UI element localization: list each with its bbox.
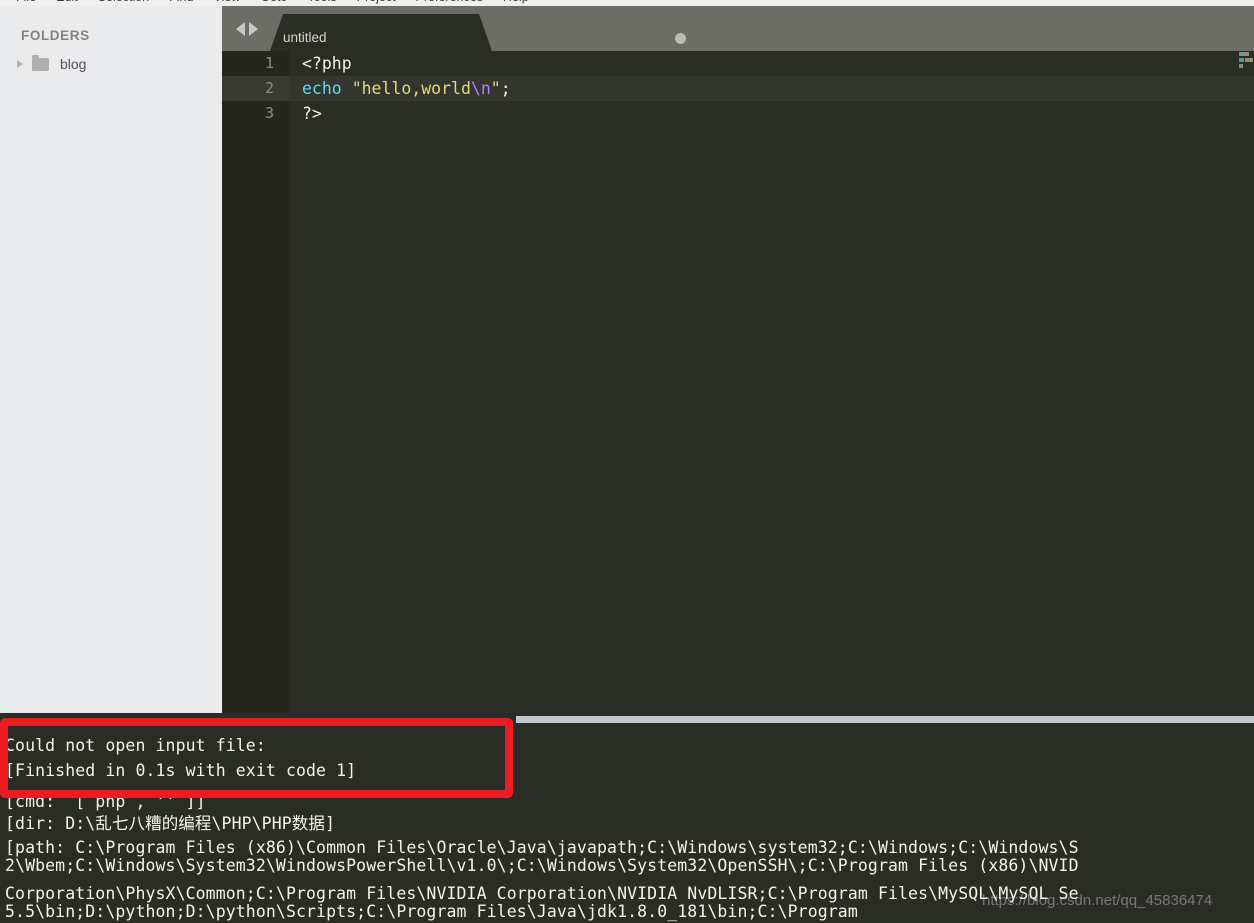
code-line[interactable]: 3 ?> xyxy=(222,101,1254,126)
console-line: 2\Wbem;C:\Windows\System32\WindowsPowerS… xyxy=(5,856,1079,875)
menu-item-file[interactable]: File xyxy=(6,0,46,6)
tab-nav-arrows xyxy=(236,22,258,36)
arrow-left-icon[interactable] xyxy=(236,22,245,36)
watermark: https://blog.csdn.net/qq_45836474 xyxy=(982,892,1213,909)
sublime-text-window: File Edit Selection Find View Goto Tools… xyxy=(0,0,1254,923)
minimap-block xyxy=(1239,64,1243,68)
console-line: [dir: D:\乱七八糟的编程\PHP\PHP数据] xyxy=(5,814,336,833)
console-line: 5.5\bin;D:\python;D:\python\Scripts;C:\P… xyxy=(5,902,858,921)
minimap-row xyxy=(1239,58,1254,63)
minimap-block xyxy=(1245,58,1253,62)
console-horizontal-scrollbar[interactable] xyxy=(516,716,1254,723)
menu-item-goto[interactable]: Goto xyxy=(250,0,297,6)
menu-item-help[interactable]: Help xyxy=(493,0,539,6)
sidebar-item-blog[interactable]: blog xyxy=(14,52,86,76)
tab-dirty-indicator-icon[interactable] xyxy=(675,33,686,44)
minimap-row xyxy=(1239,52,1254,57)
minimap-block xyxy=(1239,52,1249,56)
sidebar: FOLDERS blog xyxy=(0,6,222,713)
menu-item-project[interactable]: Project xyxy=(347,0,406,6)
menu-item-edit[interactable]: Edit xyxy=(46,0,88,6)
tab-bar: untitled xyxy=(222,6,1254,51)
sidebar-item-label: blog xyxy=(60,56,87,72)
code-token: ?> xyxy=(302,104,322,123)
code-line-text: echo "hello,world\n"; xyxy=(302,76,511,101)
code-content[interactable]: 1 <?php 2 echo "hello,world\n"; 3 ?> xyxy=(222,51,1254,126)
console-error-line: Could not open input file: xyxy=(5,736,266,755)
chevron-right-icon[interactable] xyxy=(14,57,28,71)
console-line: Corporation\PhysX\Common;C:\Program File… xyxy=(5,884,1079,903)
line-number-gutter xyxy=(222,51,289,713)
line-number: 2 xyxy=(264,79,274,97)
console-line: [cmd: [ php , '' ]] xyxy=(5,792,206,811)
code-token: <?php xyxy=(302,54,352,73)
sidebar-section-folders: FOLDERS xyxy=(21,28,90,43)
minimap-row xyxy=(1239,64,1254,69)
code-token: echo xyxy=(302,79,342,98)
code-token: " xyxy=(490,79,501,98)
console-line: [path: C:\Program Files (x86)\Common Fil… xyxy=(5,838,1079,857)
arrow-right-icon[interactable] xyxy=(249,22,258,36)
code-token: \n xyxy=(470,79,491,98)
menu-item-view[interactable]: View xyxy=(203,0,250,6)
tab-label: untitled xyxy=(283,30,327,45)
editor-pane: untitled 1 <?php 2 echo "hello,world\n"; 3 ?> xyxy=(222,6,1254,713)
minimap[interactable] xyxy=(1239,52,1254,70)
code-line-text: ?> xyxy=(302,101,322,126)
menu-item-selection[interactable]: Selection xyxy=(88,0,159,6)
code-line-text: <?php xyxy=(302,51,352,76)
code-line[interactable]: 1 <?php xyxy=(222,51,1254,76)
code-token: "hello,world xyxy=(351,79,471,98)
menu-bar: File Edit Selection Find View Goto Tools… xyxy=(0,0,1254,6)
menu-item-find[interactable]: Find xyxy=(159,0,203,6)
folder-icon xyxy=(32,54,49,71)
line-number: 1 xyxy=(264,54,274,72)
code-token: ; xyxy=(500,79,511,98)
code-line[interactable]: 2 echo "hello,world\n"; xyxy=(222,76,1254,101)
console-error-line: [Finished in 0.1s with exit code 1] xyxy=(5,761,357,780)
line-number: 3 xyxy=(264,104,274,122)
menu-item-tools[interactable]: Tools xyxy=(297,0,346,6)
menu-bar-items: File Edit Selection Find View Goto Tools… xyxy=(0,0,539,6)
menu-item-preferences[interactable]: Preferences xyxy=(406,0,493,6)
code-editor[interactable]: 1 <?php 2 echo "hello,world\n"; 3 ?> xyxy=(222,51,1254,713)
minimap-block xyxy=(1239,58,1244,62)
